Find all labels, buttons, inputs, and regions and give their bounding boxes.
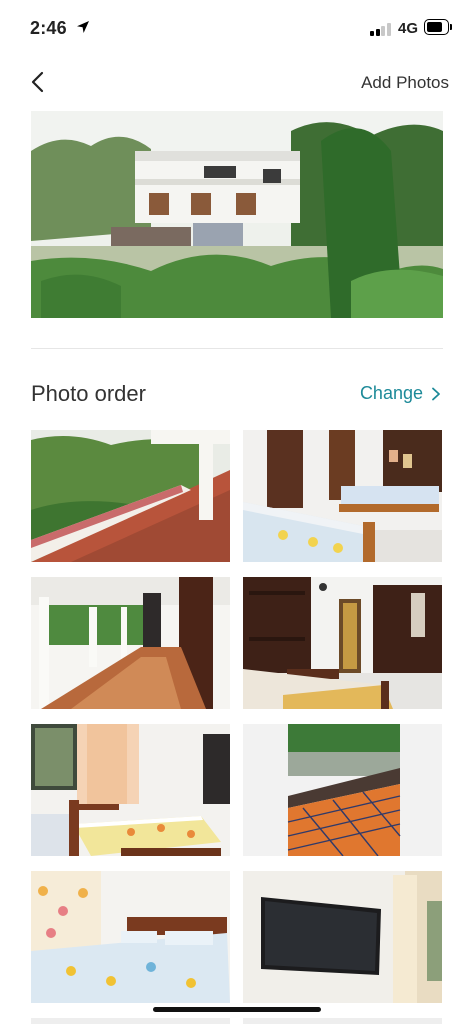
battery-icon: [424, 19, 452, 35]
nav-bar: Add Photos: [0, 60, 473, 104]
status-time: 2:46: [30, 18, 67, 38]
photo-thumbnail[interactable]: [31, 871, 230, 1003]
screen: 2:46 4G Add Photos Photo order Change: [0, 0, 473, 1024]
change-order-button[interactable]: Change: [360, 383, 443, 404]
photo-thumbnail[interactable]: [243, 430, 442, 562]
chevron-left-icon[interactable]: [26, 70, 50, 94]
location-arrow-icon: [77, 21, 89, 33]
photo-thumbnail[interactable]: [31, 430, 230, 562]
photo-thumbnail[interactable]: [31, 577, 230, 709]
photo-thumbnail-peek: [31, 1018, 230, 1024]
section-title: Photo order: [31, 381, 146, 406]
cover-photo[interactable]: [31, 111, 443, 318]
photo-thumbnail[interactable]: [243, 724, 442, 856]
cell-signal-icon: [370, 22, 392, 36]
photo-thumbnail[interactable]: [243, 577, 442, 709]
chevron-right-icon: [432, 387, 440, 400]
add-photos-button[interactable]: Add Photos: [361, 73, 449, 93]
photo-thumbnail-peek: [243, 1018, 442, 1024]
photo-thumbnail[interactable]: [31, 724, 230, 856]
photo-thumbnail[interactable]: [243, 871, 442, 1003]
status-bar: 2:46 4G: [0, 0, 473, 56]
network-type: 4G: [398, 20, 419, 37]
home-indicator[interactable]: [153, 1007, 321, 1012]
divider: [31, 348, 443, 349]
change-label: Change: [359, 383, 423, 403]
